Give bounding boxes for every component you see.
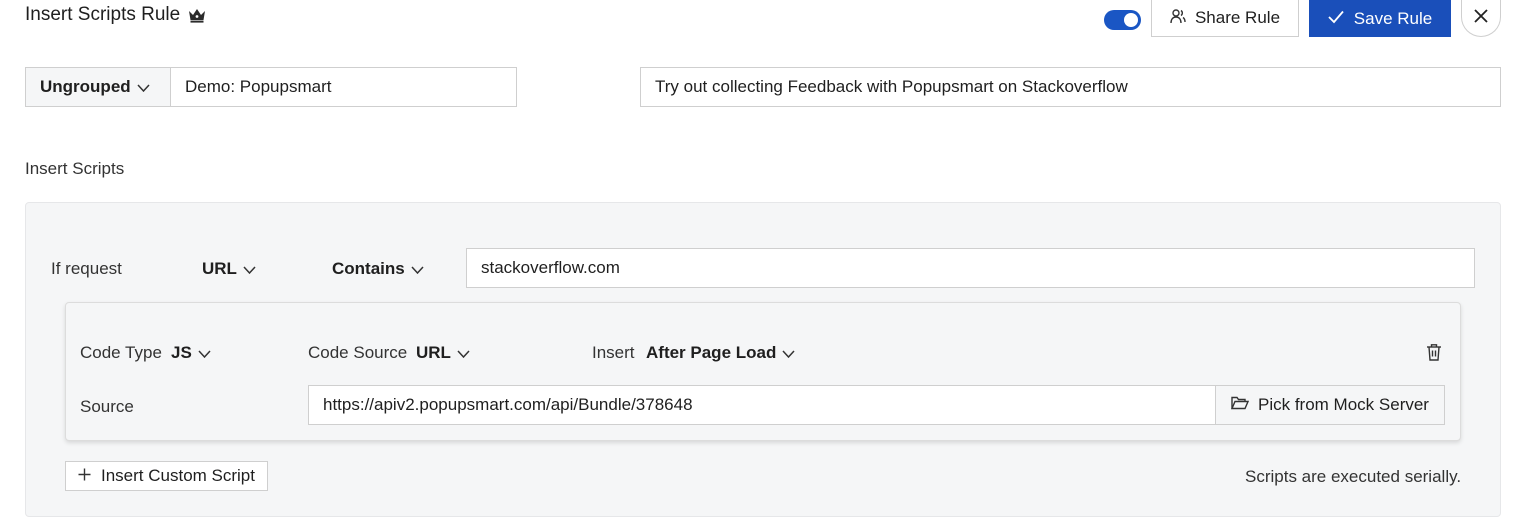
code-source-label: Code Source	[308, 343, 408, 362]
condition-operator-select[interactable]: Contains	[332, 259, 424, 279]
serial-execution-note: Scripts are executed serially.	[1245, 467, 1462, 486]
save-rule-label: Save Rule	[1353, 8, 1433, 28]
insert-label: Insert	[592, 343, 635, 362]
rule-name-input[interactable]: Demo: Popupsmart	[171, 68, 516, 106]
check-icon	[1328, 9, 1344, 29]
condition-key-select[interactable]: URL	[202, 259, 256, 279]
condition-label: If request	[51, 259, 122, 278]
source-url-input[interactable]: https://apiv2.popupsmart.com/api/Bundle/…	[308, 385, 1216, 425]
code-type-select[interactable]: JS	[171, 343, 211, 363]
share-rule-button[interactable]: Share Rule	[1151, 0, 1299, 37]
share-people-icon	[1170, 8, 1186, 29]
toggle-knob	[1124, 13, 1138, 27]
rule-description-input[interactable]: Try out collecting Feedback with Popupsm…	[640, 67, 1501, 107]
pick-from-mock-server-button[interactable]: Pick from Mock Server	[1215, 385, 1445, 425]
code-type-value: JS	[171, 343, 192, 362]
page-title: Insert Scripts Rule	[25, 4, 206, 26]
rule-status-toggle[interactable]	[1104, 10, 1141, 30]
delete-script-button[interactable]	[1426, 343, 1442, 366]
chevron-down-icon	[137, 77, 150, 97]
insert-when-select[interactable]: After Page Load	[646, 343, 795, 363]
page-title-text: Insert Scripts Rule	[25, 4, 181, 25]
folder-open-icon	[1230, 395, 1250, 415]
condition-value-input[interactable]: stackoverflow.com	[466, 248, 1475, 288]
chevron-down-icon	[457, 343, 470, 363]
condition-operator-value: Contains	[332, 259, 405, 278]
crown-icon	[188, 7, 206, 23]
insert-when-value: After Page Load	[646, 343, 777, 362]
section-label: Insert Scripts	[25, 159, 125, 178]
insert-custom-script-button[interactable]: Insert Custom Script	[65, 461, 268, 491]
share-rule-label: Share Rule	[1194, 8, 1281, 27]
source-label: Source	[80, 397, 134, 416]
insert-custom-script-label: Insert Custom Script	[101, 466, 255, 485]
code-type-label: Code Type	[80, 343, 162, 362]
code-source-select[interactable]: URL	[416, 343, 470, 363]
trash-icon	[1426, 344, 1442, 365]
code-source-value: URL	[416, 343, 451, 362]
pick-from-mock-server-label: Pick from Mock Server	[1258, 395, 1429, 414]
plus-icon	[78, 466, 91, 486]
chevron-down-icon	[198, 343, 211, 363]
save-rule-button[interactable]: Save Rule	[1309, 0, 1451, 37]
group-select[interactable]: Ungrouped	[26, 68, 171, 106]
close-button[interactable]	[1461, 0, 1501, 37]
close-icon	[1473, 8, 1489, 29]
chevron-down-icon	[782, 343, 795, 363]
group-select-value: Ungrouped	[40, 77, 131, 96]
chevron-down-icon	[243, 259, 256, 279]
chevron-down-icon	[411, 259, 424, 279]
condition-key-value: URL	[202, 259, 237, 278]
rule-group-name-field: Ungrouped Demo: Popupsmart	[25, 67, 517, 107]
